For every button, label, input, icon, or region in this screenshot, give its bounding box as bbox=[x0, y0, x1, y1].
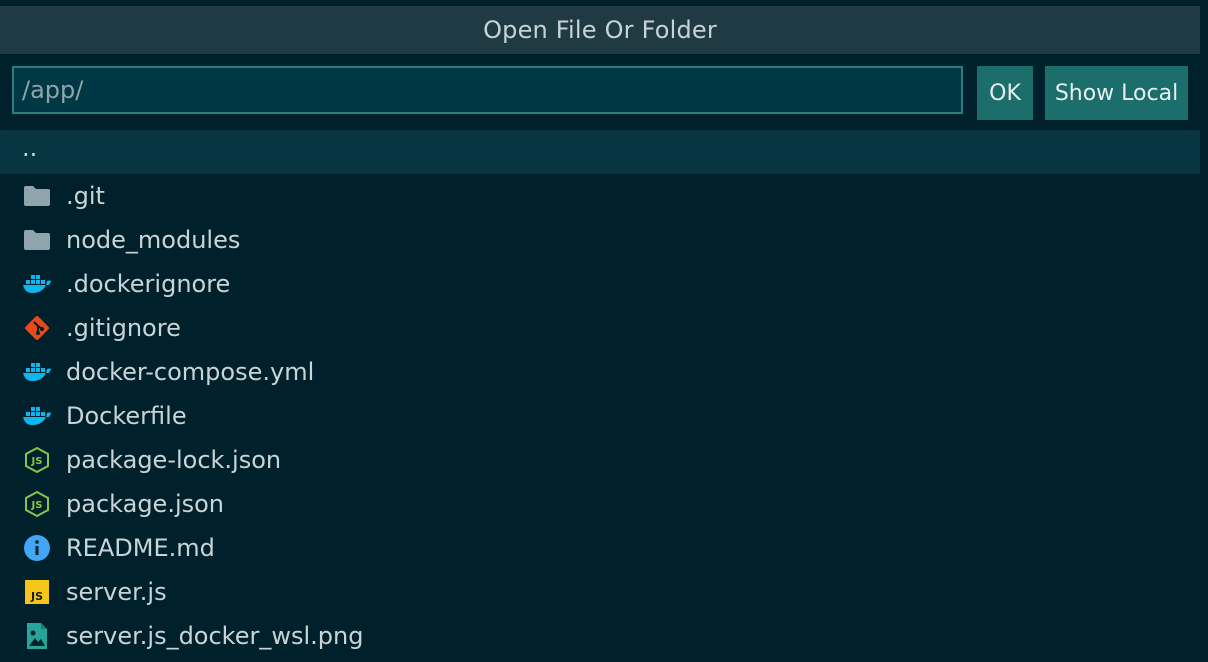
path-input[interactable] bbox=[12, 66, 963, 114]
list-item-label: README.md bbox=[66, 534, 215, 562]
list-item-parent-directory[interactable]: .. bbox=[0, 130, 1200, 174]
list-item-label: Dockerfile bbox=[66, 402, 187, 430]
folder-icon bbox=[22, 226, 52, 254]
list-item[interactable]: node_modules bbox=[0, 218, 1200, 262]
list-item[interactable]: .git bbox=[0, 174, 1200, 218]
nodejs-icon: JS bbox=[22, 446, 52, 474]
javascript-icon: JS bbox=[22, 578, 52, 606]
docker-icon bbox=[22, 358, 52, 386]
list-item[interactable]: README.md bbox=[0, 526, 1200, 570]
svg-text:JS: JS bbox=[31, 456, 43, 467]
list-item[interactable]: JS package-lock.json bbox=[0, 438, 1200, 482]
list-item[interactable]: JS package.json bbox=[0, 482, 1200, 526]
list-item-label: .dockerignore bbox=[66, 270, 231, 298]
list-item[interactable]: JS server.js bbox=[0, 570, 1200, 614]
docker-icon bbox=[22, 402, 52, 430]
list-item-label: docker-compose.yml bbox=[66, 358, 315, 386]
open-file-dialog: Open File Or Folder OK Show Local .. .gi… bbox=[0, 0, 1200, 662]
folder-icon bbox=[22, 182, 52, 210]
list-item[interactable]: server.js_docker_wsl.png bbox=[0, 614, 1200, 658]
list-item[interactable]: Dockerfile bbox=[0, 394, 1200, 438]
show-local-button[interactable]: Show Local bbox=[1045, 66, 1188, 120]
list-item-label: node_modules bbox=[66, 226, 241, 254]
svg-text:JS: JS bbox=[30, 590, 43, 603]
svg-text:JS: JS bbox=[31, 500, 43, 511]
path-input-row: OK Show Local bbox=[0, 54, 1200, 128]
list-item-label: .gitignore bbox=[66, 314, 181, 342]
list-item[interactable]: docker-compose.yml bbox=[0, 350, 1200, 394]
ok-button[interactable]: OK bbox=[977, 66, 1033, 120]
info-icon bbox=[22, 534, 52, 562]
list-item-label: package-lock.json bbox=[66, 446, 282, 474]
git-icon bbox=[22, 314, 52, 342]
list-item-label: .. bbox=[22, 134, 38, 162]
list-item-label: server.js bbox=[66, 578, 167, 606]
list-item-label: server.js_docker_wsl.png bbox=[66, 622, 364, 650]
list-item-label: package.json bbox=[66, 490, 225, 518]
list-item[interactable]: .gitignore bbox=[0, 306, 1200, 350]
list-item-label: .git bbox=[66, 182, 105, 210]
nodejs-icon: JS bbox=[22, 490, 52, 518]
image-icon bbox=[22, 622, 52, 650]
dialog-title: Open File Or Folder bbox=[0, 6, 1200, 54]
file-list: .. .git node_modules .dockerignore .giti… bbox=[0, 130, 1200, 658]
list-item[interactable]: .dockerignore bbox=[0, 262, 1200, 306]
docker-icon bbox=[22, 270, 52, 298]
